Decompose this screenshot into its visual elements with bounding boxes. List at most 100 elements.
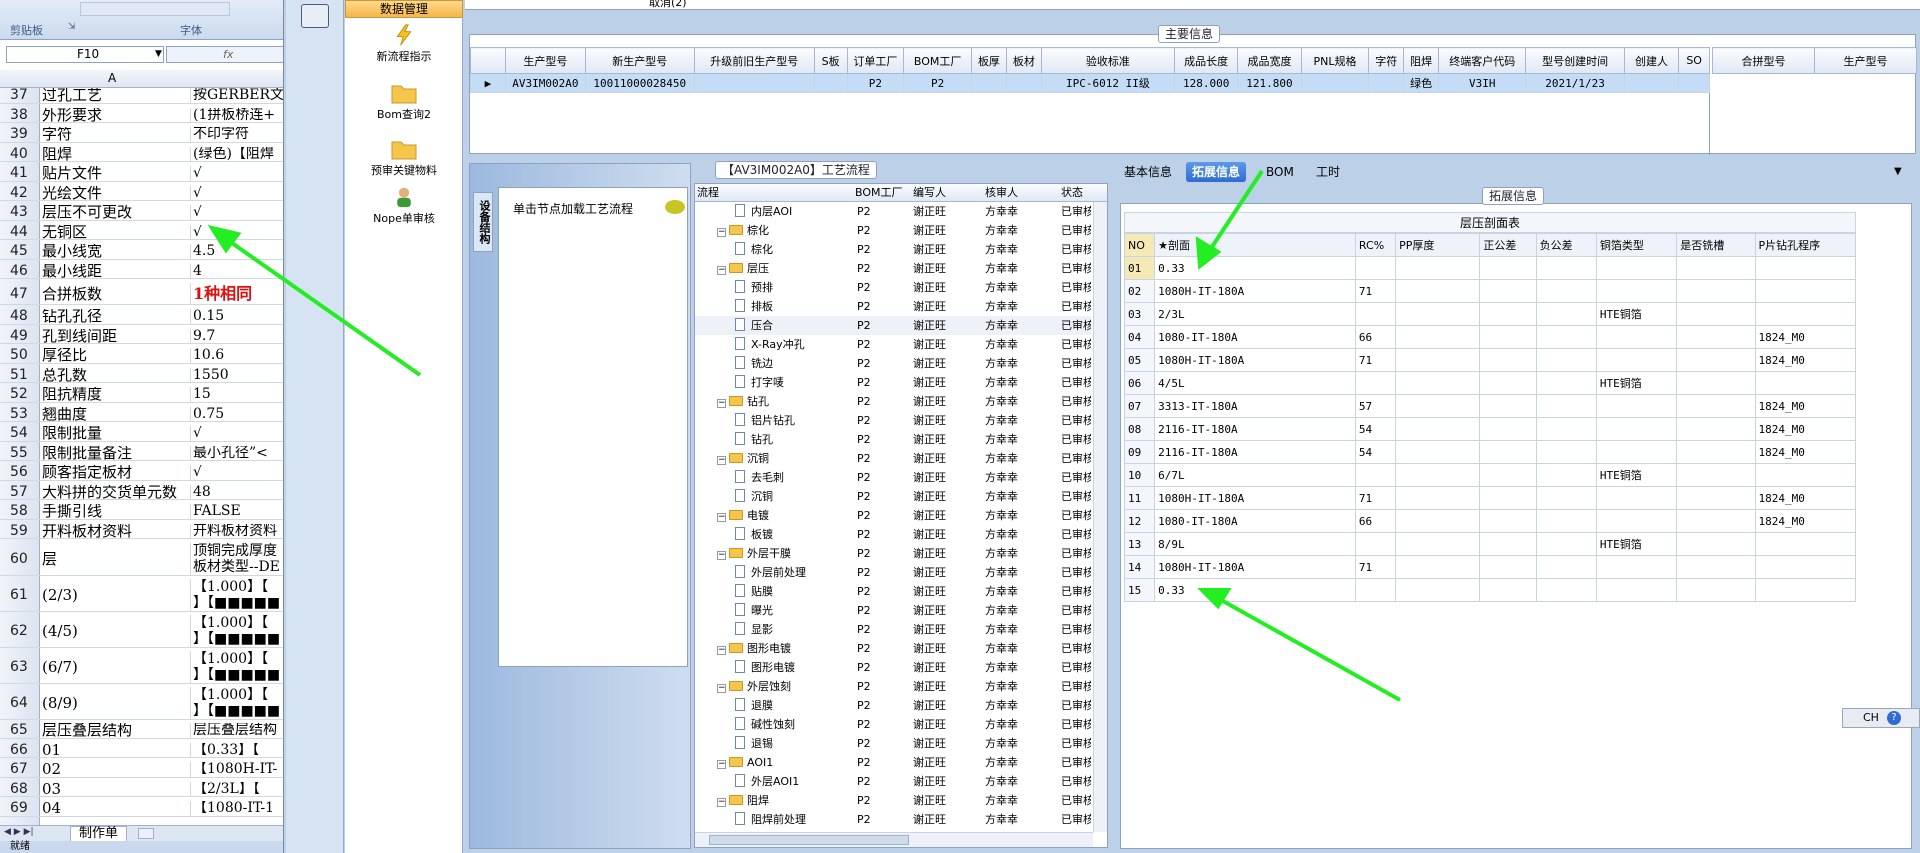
cell-a[interactable]: (2/3) [42, 579, 188, 612]
collapse-icon[interactable]: − [717, 551, 726, 560]
cell-b[interactable]: 按GERBER文件 [190, 88, 283, 104]
fx-icon[interactable]: fx [223, 47, 233, 62]
tab-basic-info[interactable]: 基本信息 [1118, 162, 1178, 182]
tree-row[interactable]: 外层AOI1 P2 谢正旺 方幸幸 已审核 [695, 772, 1091, 791]
info-cell[interactable]: 10011000028450 [584, 73, 695, 93]
tree-row[interactable]: − 棕化 P2 谢正旺 方幸幸 已审核 [695, 221, 1091, 240]
tree-row[interactable]: 铝片钻孔 P2 谢正旺 方幸幸 已审核 [695, 411, 1091, 430]
cell-a[interactable]: (4/5) [42, 615, 188, 648]
cell-a[interactable]: 限制批量备注 [42, 446, 188, 462]
tree-hscroll-thumb[interactable] [709, 835, 909, 845]
tree-row[interactable]: 内层AOI P2 谢正旺 方幸幸 已审核 [695, 202, 1091, 221]
cell-b[interactable]: √ [190, 465, 283, 481]
tab-ext-info[interactable]: 拓展信息 [1186, 162, 1247, 182]
cell-b[interactable]: √ [190, 185, 283, 201]
stack-row[interactable]: 15 0.33 [1123, 578, 1857, 602]
stack-row[interactable]: 10 6/7L HTE铜箔 [1123, 463, 1857, 487]
collapse-icon[interactable]: − [717, 228, 726, 237]
tree-row[interactable]: − 外层干膜 P2 谢正旺 方幸幸 已审核 [695, 544, 1091, 563]
stack-header[interactable]: 正公差 [1479, 233, 1537, 257]
stack-row[interactable]: 03 2/3L HTE铜箔 [1123, 302, 1857, 326]
help-icon[interactable]: ? [1887, 711, 1901, 725]
tree-row[interactable]: 显影 P2 谢正旺 方幸幸 已审核 [695, 620, 1091, 639]
tab-bom[interactable]: BOM [1260, 162, 1300, 182]
info-header[interactable]: 终端客户代码 [1438, 47, 1527, 74]
cell-b[interactable]: FALSE [190, 504, 283, 520]
stack-row[interactable]: 06 4/5L HTE铜箔 [1123, 371, 1857, 395]
info-cell[interactable]: P2 [846, 73, 905, 93]
collapse-icon[interactable]: − [717, 646, 726, 655]
dialog-launcher-icon[interactable]: ⇲ [68, 22, 76, 32]
cell-b[interactable]: 【1080H-IT- [190, 762, 283, 778]
side-tab-structure[interactable]: 设备结构 [473, 192, 493, 252]
stack-header[interactable]: 负公差 [1535, 233, 1597, 257]
stack-header[interactable]: RC% [1354, 233, 1397, 257]
info-header[interactable]: 成品长度 [1173, 47, 1239, 74]
font-toolbar[interactable] [80, 2, 230, 16]
cell-a[interactable]: 钻孔孔径 [42, 309, 188, 325]
info-header[interactable]: 验收标准 [1040, 47, 1176, 74]
name-box[interactable]: F10 ▼ [6, 46, 164, 63]
sheet-tab-active[interactable]: 制作单 [70, 826, 128, 842]
tree-row[interactable]: 碱性蚀刻 P2 谢正旺 方幸幸 已审核 [695, 715, 1091, 734]
cell-a[interactable]: 04 [42, 801, 188, 817]
info-cell[interactable] [1368, 73, 1405, 93]
stack-header[interactable]: PP厚度 [1395, 233, 1481, 257]
tree-hscrollbar[interactable] [695, 832, 1093, 847]
cell-b[interactable]: (1拼板桥连+ [190, 107, 283, 123]
merge-header-2[interactable]: 生产型号 [1814, 47, 1917, 74]
cell-a[interactable]: 02 [42, 762, 188, 778]
nav-new-flow[interactable]: 新流程指示 [345, 24, 463, 64]
tree-row[interactable]: 退锡 P2 谢正旺 方幸幸 已审核 [695, 734, 1091, 753]
nav-bom-query[interactable]: Bom查询2 [345, 82, 463, 122]
cell-b[interactable]: √ [190, 166, 283, 182]
cell-b[interactable]: 9.7 [190, 328, 283, 344]
cell-b[interactable]: 1550 [190, 367, 283, 383]
cell-a[interactable]: 顾客指定板材 [42, 465, 188, 481]
cell-a[interactable]: 层 [42, 543, 188, 576]
tree-row[interactable]: 钻孔 P2 谢正旺 方幸幸 已审核 [695, 430, 1091, 449]
cell-b[interactable]: 【1.000】【 】【■■■■■ [190, 651, 283, 684]
info-header[interactable]: PNL规格 [1300, 47, 1370, 74]
tree-row[interactable]: 贴膜 P2 谢正旺 方幸幸 已审核 [695, 582, 1091, 601]
stack-row[interactable]: 02 1080H-IT-180A 71 [1123, 279, 1857, 303]
cell-a[interactable]: 总孔数 [42, 368, 188, 384]
cell-b[interactable]: 10.6 [190, 348, 283, 364]
cell-b[interactable]: 0.15 [190, 309, 283, 325]
cell-a[interactable]: 外形要求 [42, 108, 188, 124]
cell-b[interactable]: √ [190, 426, 283, 442]
cell-a[interactable]: 阻焊 [42, 147, 188, 163]
cell-a[interactable]: 厚径比 [42, 348, 188, 364]
tree-row[interactable]: 打字唛 P2 谢正旺 方幸幸 已审核 [695, 373, 1091, 392]
stack-row[interactable]: 12 1080-IT-180A 66 1824_M0 [1123, 509, 1857, 533]
stack-row[interactable]: 09 2116-IT-180A 54 1824_M0 [1123, 440, 1857, 464]
tree-header-writer[interactable]: 编写人 [913, 184, 946, 202]
info-cell[interactable]: 128.000 [1173, 73, 1239, 93]
collapse-icon[interactable]: − [717, 399, 726, 408]
info-header[interactable]: 创建人 [1623, 47, 1680, 74]
info-header[interactable]: SO [1678, 47, 1710, 74]
tree-row[interactable]: 压合 P2 谢正旺 方幸幸 已审核 [695, 316, 1091, 335]
tree-header-flow[interactable]: 流程 [697, 184, 719, 202]
tree-row[interactable]: X-Ray冲孔 P2 谢正旺 方幸幸 已审核 [695, 335, 1091, 354]
tree-row[interactable]: − 电镀 P2 谢正旺 方幸幸 已审核 [695, 506, 1091, 525]
tree-row[interactable]: 棕化 P2 谢正旺 方幸幸 已审核 [695, 240, 1091, 259]
cell-b[interactable]: √ [190, 224, 283, 240]
new-sheet-icon[interactable] [138, 828, 154, 839]
tree-row[interactable]: 去毛刺 P2 谢正旺 方幸幸 已审核 [695, 468, 1091, 487]
chevron-down-icon[interactable]: ▼ [155, 47, 162, 62]
cell-b[interactable]: 48 [190, 484, 283, 500]
collapse-icon[interactable]: − [717, 513, 726, 522]
tree-row[interactable]: 排板 P2 谢正旺 方幸幸 已审核 [695, 297, 1091, 316]
collapse-icon[interactable]: − [717, 456, 726, 465]
tree-header-status[interactable]: 状态 [1061, 184, 1083, 202]
tree-vscrollbar[interactable] [1093, 202, 1107, 832]
cell-b[interactable]: 【1080-IT-1 [190, 801, 283, 817]
ime-indicator[interactable]: CH ? [1842, 708, 1920, 728]
cell-a[interactable]: 翘曲度 [42, 407, 188, 423]
info-header[interactable]: 订单工厂 [846, 47, 905, 74]
cell-b[interactable]: 【1.000】【 】【■■■■■ [190, 615, 283, 648]
column-a-label[interactable]: A [108, 71, 116, 85]
stack-header[interactable]: NO [1123, 233, 1156, 257]
stack-row[interactable]: 04 1080-IT-180A 66 1824_M0 [1123, 325, 1857, 349]
